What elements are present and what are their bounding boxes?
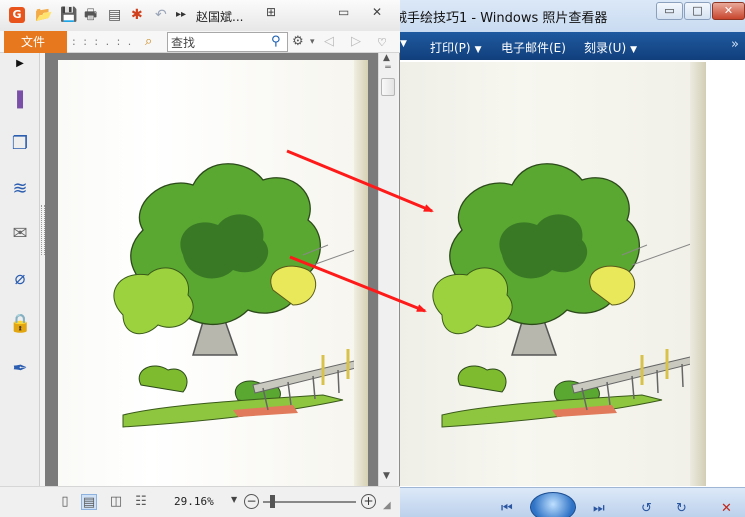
new-document-icon[interactable]: ✱ — [131, 7, 143, 23]
print-icon[interactable]: 🖶 — [84, 7, 97, 23]
print-menu-label: 打印(P) — [430, 41, 471, 55]
continuous-view-icon[interactable]: ▤ — [81, 494, 97, 510]
chevron-down-icon: ▼ — [474, 45, 482, 55]
zoom-slider-thumb[interactable] — [270, 495, 275, 508]
navigation-rail: ▶ ❚ ❐ ≋ ✉ ⌀ 🔒 ✒ — [0, 53, 40, 486]
pdf-reader-window: G 📂 💾 🖶 ▤ ✱ ↶ ▸▸ 赵国斌... ⊞ ▭ ✕ 文件 : : : .… — [0, 0, 400, 517]
chevron-down-icon[interactable]: ▼ — [231, 495, 237, 504]
viewer-minimize-button[interactable]: ▭ — [656, 2, 683, 20]
tree-sketch-image — [113, 163, 368, 428]
pages-icon[interactable]: ❐ — [9, 133, 31, 155]
burn-menu-label: 刻录(U) — [584, 41, 627, 55]
security-lock-icon[interactable]: 🔒 — [9, 313, 31, 335]
open-folder-icon[interactable]: 📂 — [35, 7, 52, 23]
chevron-down-icon: ▼ — [630, 45, 638, 55]
burn-menu[interactable]: 刻录(U) ▼ — [584, 39, 637, 56]
split-view-handle[interactable]: ═ — [381, 64, 395, 73]
continuous-facing-view-icon[interactable]: ☷ — [133, 494, 149, 510]
chevron-down-icon[interactable]: ▾ — [310, 37, 315, 47]
viewer-menu-caret-icon[interactable]: ▼ — [400, 39, 407, 49]
viewer-photo — [400, 62, 706, 486]
expand-panel-icon[interactable]: ▶ — [9, 53, 31, 75]
ribbon-collapse-icon[interactable]: ♡ — [377, 36, 387, 49]
reader-menubar: 文件 : : : . : . ⌕ ⚲ ⚙ ▾ ◁ ▷ ♡ — [0, 31, 400, 53]
reader-title: 赵国斌... — [196, 10, 244, 24]
email-menu[interactable]: 电子邮件(E) — [501, 39, 566, 56]
more-commands-icon[interactable]: » — [731, 37, 739, 52]
search-icon[interactable]: ⚲ — [271, 34, 281, 49]
previous-icon[interactable]: ⏮ — [501, 501, 513, 516]
desktop-stage: 绒手绘技巧1 - Windows 照片查看器 ▭ □ ✕ ▼ 打印(P) ▼ 电子… — [0, 0, 745, 517]
viewer-photo-spine — [690, 62, 706, 486]
zoom-slider-track[interactable] — [263, 501, 356, 503]
tile-windows-icon[interactable]: ⊞ — [266, 5, 276, 19]
document-area[interactable] — [45, 53, 378, 486]
viewer-close-button[interactable]: ✕ — [712, 2, 745, 20]
back-icon[interactable]: ◁ — [324, 34, 334, 49]
forward-icon[interactable]: ▷ — [351, 34, 361, 49]
file-menu[interactable]: 文件 — [4, 31, 67, 53]
undo-icon[interactable]: ↶ — [155, 7, 167, 23]
email-menu-label: 电子邮件(E) — [501, 41, 566, 55]
scroll-thumb[interactable] — [381, 78, 395, 96]
save-icon[interactable]: 💾 — [60, 7, 77, 23]
zoom-level-display[interactable]: 29.16% — [174, 495, 214, 508]
bookmark-icon[interactable]: ❚ — [9, 88, 31, 110]
vertical-scrollbar[interactable]: ═ ▲ ▼ — [378, 53, 397, 486]
tree-sketch-image — [432, 163, 706, 428]
slideshow-button[interactable] — [530, 492, 576, 517]
zoom-in-button[interactable]: + — [361, 494, 376, 509]
status-bar: ▯ ▤ ◫ ☷ 29.16% ▼ − + ◢ — [0, 486, 400, 517]
pdf-page — [58, 60, 368, 486]
scroll-down-icon[interactable]: ▼ — [383, 471, 390, 481]
pdf-page-spine — [354, 60, 368, 486]
search-input[interactable] — [171, 35, 267, 50]
single-page-view-icon[interactable]: ▯ — [57, 494, 73, 510]
reader-close-button[interactable]: ✕ — [372, 5, 382, 19]
viewer-maximize-button[interactable]: □ — [684, 2, 711, 20]
window-resize-grip[interactable]: ◢ — [383, 500, 391, 511]
rotate-cw-icon[interactable]: ↻ — [676, 501, 687, 516]
layers-icon[interactable]: ≋ — [9, 178, 31, 200]
search-box: ⚲ — [167, 32, 288, 52]
search-folder-icon[interactable]: ⌕ — [145, 34, 152, 49]
gear-icon[interactable]: ⚙ — [292, 34, 304, 49]
facing-view-icon[interactable]: ◫ — [108, 494, 124, 510]
delete-icon[interactable]: ✕ — [721, 501, 732, 516]
properties-icon[interactable]: ▤ — [108, 7, 121, 23]
toolbar-handle[interactable]: : : : . : . — [72, 35, 133, 48]
rotate-ccw-icon[interactable]: ↺ — [641, 501, 652, 516]
reader-minimize-button[interactable]: ▭ — [338, 5, 349, 19]
signature-icon[interactable]: ✒ — [9, 358, 31, 380]
app-logo-icon: G — [9, 7, 25, 23]
zoom-out-button[interactable]: − — [244, 494, 259, 509]
reader-titlebar[interactable]: G 📂 💾 🖶 ▤ ✱ ↶ ▸▸ 赵国斌... ⊞ ▭ ✕ — [0, 0, 400, 31]
comments-icon[interactable]: ✉ — [9, 223, 31, 245]
next-icon[interactable]: ⏭ — [593, 501, 605, 516]
more-tools-icon[interactable]: ▸▸ — [176, 7, 186, 23]
attachment-icon[interactable]: ⌀ — [9, 268, 31, 290]
scroll-up-icon[interactable]: ▲ — [383, 53, 390, 63]
viewer-title: 绒手绘技巧1 - Windows 照片查看器 — [394, 11, 608, 26]
print-menu[interactable]: 打印(P) ▼ — [430, 39, 482, 56]
viewer-canvas[interactable] — [398, 60, 745, 487]
